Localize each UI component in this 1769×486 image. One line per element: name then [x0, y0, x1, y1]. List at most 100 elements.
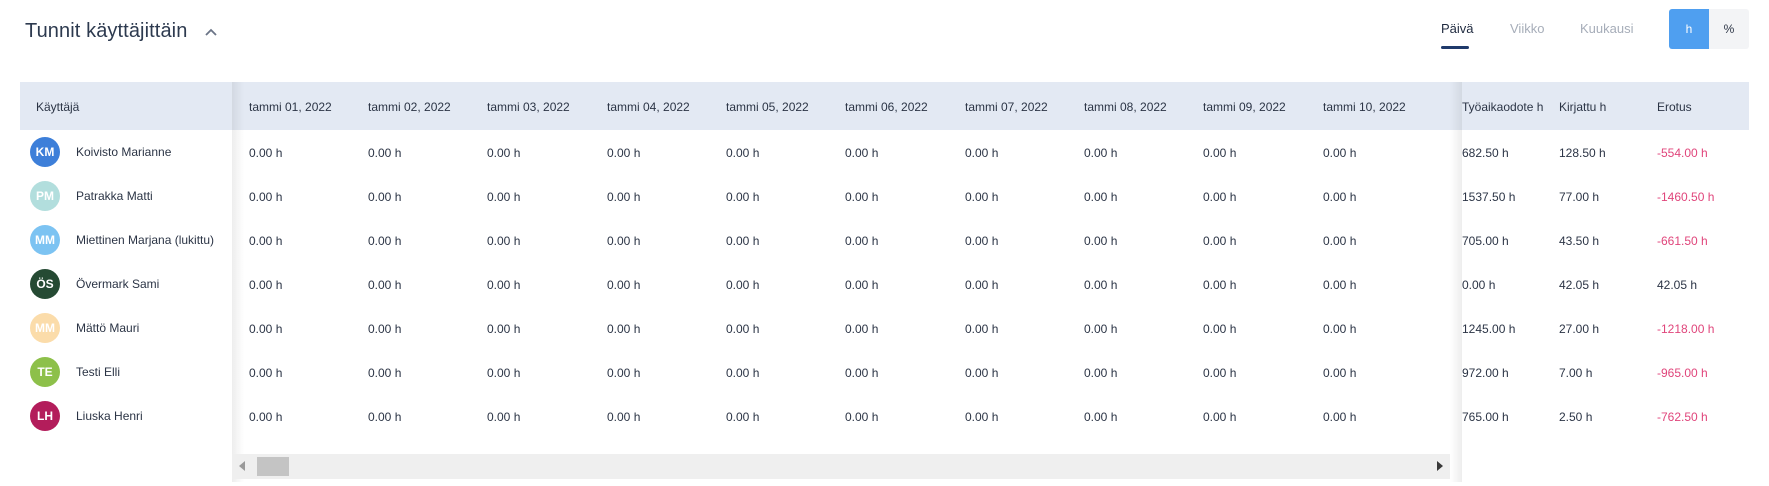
day-hours-cell: 0.00 h [368, 234, 402, 248]
day-hours-cell: 0.00 h [249, 234, 283, 248]
day-hours-cell: 0.00 h [249, 146, 283, 160]
table-row[interactable]: KM Koivisto Marianne 0.00 h 0.00 h 0.00 h 0.0… [20, 130, 1749, 174]
day-hours-cell: 0.00 h [607, 190, 641, 204]
expected-hours-cell: 972.00 h [1462, 366, 1509, 380]
day-hours-cell: 0.00 h [607, 278, 641, 292]
day-hours-cell: 0.00 h [726, 190, 760, 204]
column-header-date[interactable]: tammi 05, 2022 [726, 100, 809, 114]
column-header-date[interactable]: tammi 01, 2022 [249, 100, 332, 114]
day-hours-cell: 0.00 h [368, 322, 402, 336]
column-header-difference[interactable]: Erotus [1657, 100, 1692, 114]
day-hours-cell: 0.00 h [1323, 146, 1357, 160]
avatar: MM [30, 313, 60, 343]
column-header-date[interactable]: tammi 07, 2022 [965, 100, 1048, 114]
avatar: TE [30, 357, 60, 387]
day-hours-cell: 0.00 h [1203, 366, 1237, 380]
day-hours-cell: 0.00 h [1084, 322, 1118, 336]
day-hours-cell: 0.00 h [1323, 366, 1357, 380]
table-header: Käyttäjä tammi 01, 2022 tammi 02, 2022 t… [20, 82, 1749, 130]
tab-day[interactable]: Päivä [1441, 21, 1474, 36]
day-hours-cell: 0.00 h [1084, 410, 1118, 424]
column-header-expected[interactable]: Työaikaodote h [1462, 100, 1543, 114]
day-hours-cell: 0.00 h [487, 146, 521, 160]
user-name: Miettinen Marjana (lukittu) [76, 233, 215, 247]
day-hours-cell: 0.00 h [607, 322, 641, 336]
avatar: KM [30, 137, 60, 167]
difference-cell: -554.00 h [1657, 146, 1708, 160]
difference-cell: -965.00 h [1657, 366, 1708, 380]
day-hours-cell: 0.00 h [249, 366, 283, 380]
table-row[interactable]: PM Patrakka Matti 0.00 h 0.00 h 0.00 h 0.00 h… [20, 174, 1749, 218]
column-header-date[interactable]: tammi 04, 2022 [607, 100, 690, 114]
logged-hours-cell: 2.50 h [1559, 410, 1593, 424]
table-row[interactable]: TE Testi Elli 0.00 h 0.00 h 0.00 h 0.00 h 0.00… [20, 350, 1749, 394]
column-header-date[interactable]: tammi 09, 2022 [1203, 100, 1286, 114]
day-hours-cell: 0.00 h [965, 278, 999, 292]
user-name: Mättö Mauri [76, 321, 140, 335]
avatar: ÖS [30, 269, 60, 299]
user-name: Koivisto Marianne [76, 145, 172, 159]
horizontal-scrollbar[interactable] [232, 454, 1450, 479]
expected-hours-cell: 705.00 h [1462, 234, 1509, 248]
day-hours-cell: 0.00 h [368, 190, 402, 204]
day-hours-cell: 0.00 h [368, 146, 402, 160]
day-hours-cell: 0.00 h [965, 322, 999, 336]
table-row[interactable]: ÖS Övermark Sami 0.00 h 0.00 h 0.00 h 0.00 h 0… [20, 262, 1749, 306]
column-header-date[interactable]: tammi 06, 2022 [845, 100, 928, 114]
day-hours-cell: 0.00 h [726, 278, 760, 292]
column-header-date[interactable]: tammi 10, 2022 [1323, 100, 1406, 114]
difference-cell: -1218.00 h [1657, 322, 1715, 336]
day-hours-cell: 0.00 h [487, 322, 521, 336]
column-header-logged[interactable]: Kirjattu h [1559, 100, 1606, 114]
day-hours-cell: 0.00 h [965, 234, 999, 248]
tab-month[interactable]: Kuukausi [1580, 21, 1633, 36]
day-hours-cell: 0.00 h [1084, 146, 1118, 160]
day-hours-cell: 0.00 h [845, 410, 879, 424]
day-hours-cell: 0.00 h [726, 410, 760, 424]
day-hours-cell: 0.00 h [249, 410, 283, 424]
chevron-up-icon[interactable] [204, 27, 218, 37]
day-hours-cell: 0.00 h [965, 190, 999, 204]
logged-hours-cell: 7.00 h [1559, 366, 1593, 380]
day-hours-cell: 0.00 h [1323, 190, 1357, 204]
unit-toggle: h % [1669, 9, 1749, 49]
day-hours-cell: 0.00 h [965, 146, 999, 160]
day-hours-cell: 0.00 h [368, 410, 402, 424]
table-row[interactable]: MM Miettinen Marjana (lukittu) 0.00 h 0.00 … [20, 218, 1749, 262]
day-hours-cell: 0.00 h [1084, 234, 1118, 248]
day-hours-cell: 0.00 h [726, 322, 760, 336]
logged-hours-cell: 42.05 h [1559, 278, 1600, 292]
widget-title: Tunnit käyttäjittäin [25, 20, 188, 42]
day-hours-cell: 0.00 h [1203, 322, 1237, 336]
tab-week[interactable]: Viikko [1510, 21, 1544, 36]
column-header-user[interactable]: Käyttäjä [36, 100, 79, 114]
difference-cell: -762.50 h [1657, 410, 1708, 424]
avatar: LH [30, 401, 60, 431]
day-hours-cell: 0.00 h [965, 410, 999, 424]
expected-hours-cell: 682.50 h [1462, 146, 1509, 160]
scrollbar-thumb[interactable] [257, 457, 289, 476]
arrow-right-icon[interactable] [1437, 461, 1443, 471]
day-hours-cell: 0.00 h [1323, 278, 1357, 292]
day-hours-cell: 0.00 h [368, 278, 402, 292]
column-header-date[interactable]: tammi 03, 2022 [487, 100, 570, 114]
logged-hours-cell: 128.50 h [1559, 146, 1606, 160]
table-row[interactable]: MM Mättö Mauri 0.00 h 0.00 h 0.00 h 0.00 h 0.0… [20, 306, 1749, 350]
logged-hours-cell: 43.50 h [1559, 234, 1600, 248]
unit-hours-button[interactable]: h [1669, 9, 1709, 49]
day-hours-cell: 0.00 h [1203, 234, 1237, 248]
day-hours-cell: 0.00 h [1203, 278, 1237, 292]
column-header-date[interactable]: tammi 02, 2022 [368, 100, 451, 114]
day-hours-cell: 0.00 h [607, 146, 641, 160]
day-hours-cell: 0.00 h [845, 146, 879, 160]
logged-hours-cell: 77.00 h [1559, 190, 1600, 204]
day-hours-cell: 0.00 h [845, 278, 879, 292]
user-name: Patrakka Matti [76, 189, 153, 203]
day-hours-cell: 0.00 h [845, 190, 879, 204]
column-header-date[interactable]: tammi 08, 2022 [1084, 100, 1167, 114]
arrow-left-icon[interactable] [239, 461, 245, 471]
unit-percent-button[interactable]: % [1709, 9, 1749, 49]
difference-cell: 42.05 h [1657, 278, 1698, 292]
day-hours-cell: 0.00 h [487, 278, 521, 292]
table-row[interactable]: LH Liuska Henri 0.00 h 0.00 h 0.00 h 0.00 h 0.… [20, 394, 1749, 438]
